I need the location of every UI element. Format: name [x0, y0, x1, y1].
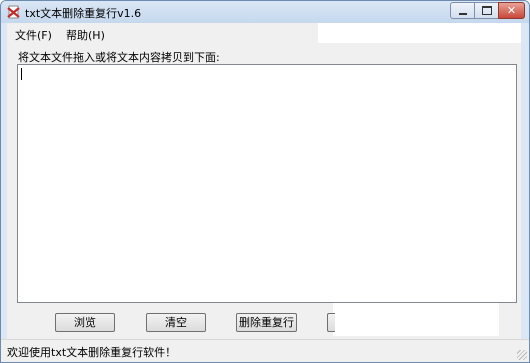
text-caret: [21, 68, 22, 80]
text-input-area[interactable]: [17, 64, 517, 303]
client-area: 文件(F) 帮助(H) 将文本文件拖入或将文本内容拷贝到下面: 浏览 清空 删除…: [7, 23, 521, 339]
app-icon: [7, 5, 20, 19]
resize-grip-icon[interactable]: [517, 350, 527, 360]
maximize-button[interactable]: [474, 2, 499, 19]
browse-button[interactable]: 浏览: [55, 313, 115, 332]
window-title: txt文本删除重复行v1.6: [25, 7, 142, 20]
instruction-label: 将文本文件拖入或将文本内容拷贝到下面:: [18, 51, 220, 64]
status-text: 欢迎使用txt文本删除重复行软件！: [7, 346, 177, 359]
menu-file[interactable]: 文件(F): [15, 27, 52, 43]
menu-bar: 文件(F) 帮助(H): [7, 23, 521, 43]
maximize-icon: [481, 6, 492, 15]
menubar-blank-area: [318, 23, 521, 43]
minimize-button[interactable]: [450, 2, 475, 19]
partial-hidden-button[interactable]: [327, 313, 335, 332]
clear-button[interactable]: 清空: [146, 313, 206, 332]
blank-area: [333, 303, 499, 336]
minimize-icon: [458, 12, 467, 15]
menu-help[interactable]: 帮助(H): [66, 27, 105, 43]
status-bar: 欢迎使用txt文本删除重复行软件！: [1, 339, 529, 362]
main-window: txt文本删除重复行v1.6 ✕ 文件(F) 帮助(H) 将文本文件拖入或将文本…: [0, 0, 530, 363]
remove-duplicates-button[interactable]: 删除重复行: [236, 313, 297, 332]
close-button[interactable]: ✕: [498, 2, 525, 19]
title-bar[interactable]: txt文本删除重复行v1.6 ✕: [1, 1, 529, 23]
close-icon: ✕: [506, 4, 517, 17]
